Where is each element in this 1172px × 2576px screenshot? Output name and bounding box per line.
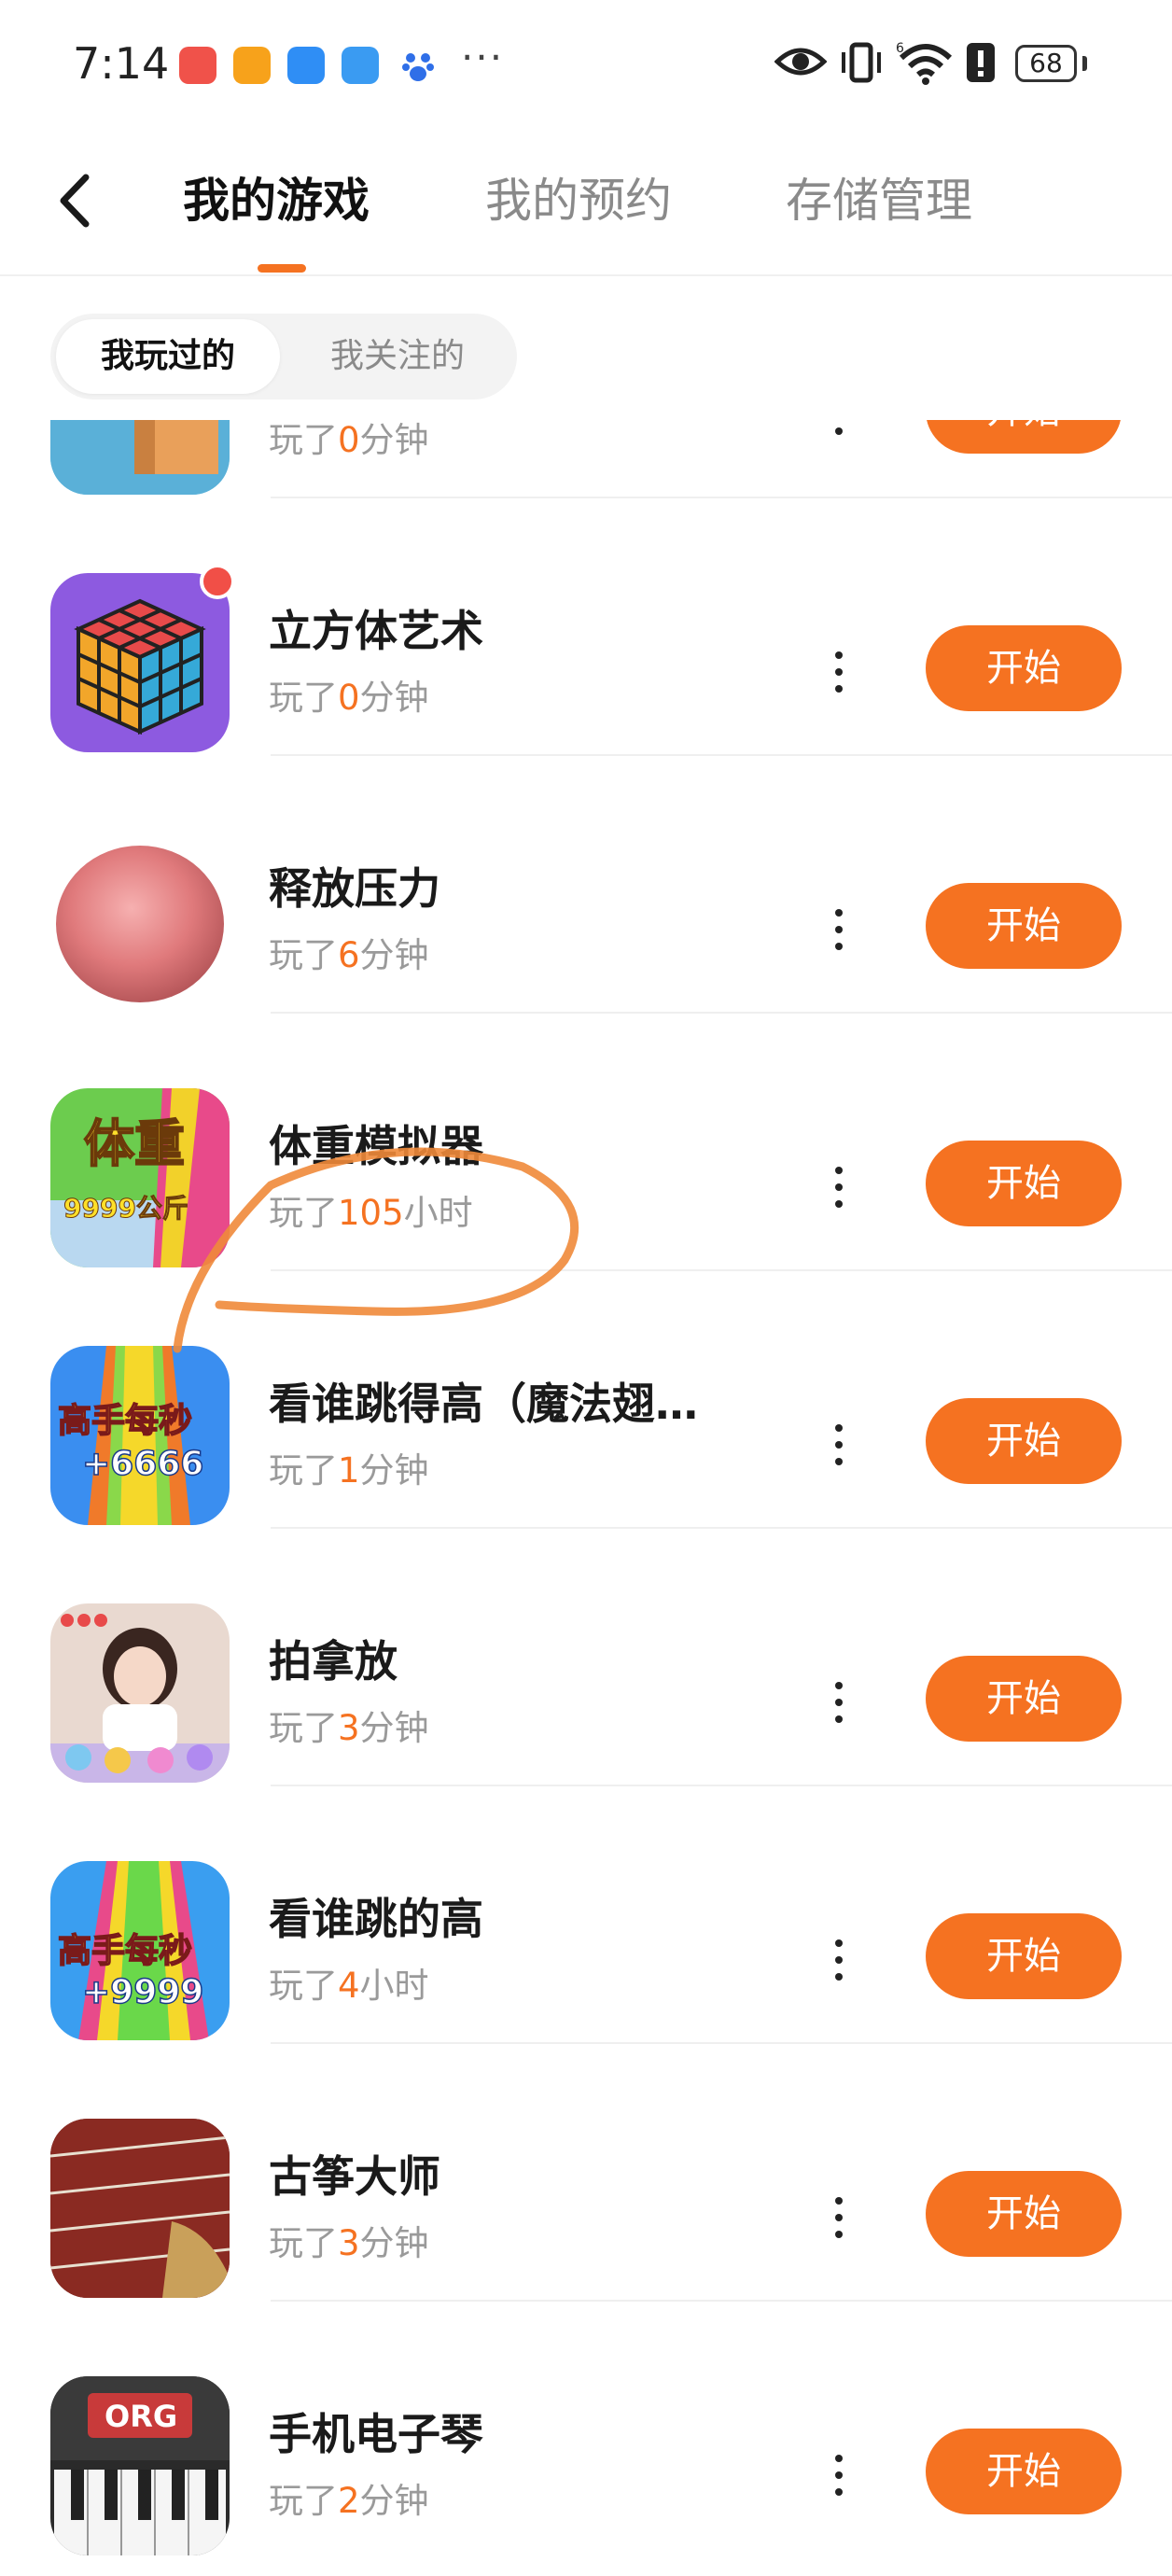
svg-text:+6666: +6666 <box>82 1445 203 1483</box>
tab-storage-management[interactable]: 存储管理 <box>786 168 972 233</box>
start-button[interactable]: 开始 <box>926 1398 1122 1484</box>
active-tab-indicator <box>258 264 306 273</box>
more-options-icon[interactable] <box>821 644 855 700</box>
video-app-icon <box>233 47 271 84</box>
list-item[interactable]: 高手每秒 +6666 看谁跳得高（魔法翅… 玩了1分钟 开始 <box>0 1271 1172 1529</box>
more-options-icon[interactable] <box>821 1674 855 1730</box>
notification-dot <box>200 564 235 599</box>
cloud-icon <box>287 47 325 84</box>
status-time: 7:14 <box>73 38 170 89</box>
game-icon[interactable] <box>50 420 230 495</box>
jump-game-icon[interactable]: 高手每秒 +6666 <box>50 1346 230 1525</box>
play-time: 玩了2分钟 <box>269 2481 429 2521</box>
play-time: 玩了1分钟 <box>269 1450 429 1491</box>
start-button[interactable]: 开始 <box>926 420 1122 454</box>
kuaishou-app-icon <box>179 47 216 84</box>
list-item[interactable]: 古筝大师 玩了3分钟 开始 <box>0 2044 1172 2302</box>
game-title: 看谁跳的高 <box>269 1894 483 1944</box>
play-time: 玩了3分钟 <box>269 2223 429 2263</box>
start-button[interactable]: 开始 <box>926 1656 1122 1742</box>
weather-icon <box>342 47 379 84</box>
game-title: 立方体艺术 <box>269 606 483 656</box>
game-title: 手机电子琴 <box>269 2409 483 2459</box>
vibrate-icon <box>838 41 885 88</box>
play-time: 玩了0分钟 <box>269 420 429 460</box>
filter-played[interactable]: 我玩过的 <box>56 319 280 394</box>
game-title: 拍拿放 <box>269 1636 398 1687</box>
status-bar: 7:14 ··· 6 68 <box>0 0 1172 131</box>
wifi-icon: 6 <box>896 41 956 90</box>
battery-tip <box>1082 56 1087 71</box>
start-button[interactable]: 开始 <box>926 883 1122 969</box>
svg-text:ORG: ORG <box>105 2399 177 2434</box>
stress-ball-game-icon[interactable] <box>50 831 230 1010</box>
more-options-icon[interactable] <box>821 902 855 958</box>
more-options-icon[interactable] <box>821 1932 855 1988</box>
list-item[interactable]: 释放压力 玩了6分钟 开始 <box>0 756 1172 1014</box>
start-button[interactable]: 开始 <box>926 2171 1122 2257</box>
more-options-icon[interactable] <box>821 1417 855 1473</box>
tab-my-games[interactable]: 我的游戏 <box>183 168 370 233</box>
game-title: 释放压力 <box>269 863 440 914</box>
svg-text:9999公斤: 9999公斤 <box>63 1193 188 1224</box>
battery-icon: 68 <box>1015 45 1077 82</box>
more-options-icon[interactable] <box>821 2447 855 2503</box>
more-notifications-icon: ··· <box>461 35 505 80</box>
game-title: 体重模拟器 <box>269 1121 483 1171</box>
start-button[interactable]: 开始 <box>926 625 1122 711</box>
list-item[interactable]: 立方体艺术 玩了0分钟 开始 <box>0 498 1172 756</box>
game-title: 看谁跳得高（魔法翅… <box>269 1379 698 1429</box>
game-title: 古筝大师 <box>269 2151 440 2202</box>
play-time: 玩了4小时 <box>269 1966 429 2006</box>
back-button[interactable] <box>49 168 105 233</box>
top-navigation: 我的游戏 我的预约 存储管理 <box>0 131 1172 276</box>
play-time: 玩了0分钟 <box>269 678 429 718</box>
list-item[interactable]: 体重 9999公斤 体重模拟器 玩了105小时 开始 <box>0 1014 1172 1271</box>
svg-text:+9999: +9999 <box>82 1973 203 2011</box>
filter-followed[interactable]: 我关注的 <box>284 319 511 394</box>
more-options-icon[interactable] <box>821 420 855 442</box>
pick-place-game-icon[interactable] <box>50 1603 230 1783</box>
svg-text:高手每秒: 高手每秒 <box>58 1402 192 1440</box>
list-item[interactable]: 拍拿放 玩了3分钟 开始 <box>0 1529 1172 1786</box>
play-time: 玩了6分钟 <box>269 935 429 975</box>
list-item[interactable]: ORG 手机电子琴 玩了2分钟 开始 <box>0 2302 1172 2559</box>
weight-simulator-game-icon[interactable]: 体重 9999公斤 <box>50 1088 230 1267</box>
list-item[interactable]: 玩了0分钟 开始 <box>0 420 1172 498</box>
more-options-icon[interactable] <box>821 1159 855 1215</box>
electronic-keyboard-game-icon[interactable]: ORG <box>50 2376 230 2555</box>
start-button[interactable]: 开始 <box>926 1913 1122 1999</box>
start-button[interactable]: 开始 <box>926 2429 1122 2514</box>
play-time: 玩了3分钟 <box>269 1708 429 1748</box>
svg-text:体重: 体重 <box>84 1114 185 1173</box>
rubiks-cube-game-icon[interactable] <box>50 573 230 752</box>
jump-game-2-icon[interactable]: 高手每秒 +9999 <box>50 1861 230 2040</box>
alert-icon <box>965 41 997 88</box>
chevron-left-icon <box>60 174 90 228</box>
filter-segment: 我玩过的 我关注的 <box>50 314 517 399</box>
more-options-icon[interactable] <box>821 2190 855 2246</box>
baidu-icon <box>399 47 437 84</box>
game-list: 玩了0分钟 开始 立方体艺术 玩了0分钟 <box>0 420 1172 2576</box>
svg-text:高手每秒: 高手每秒 <box>58 1932 192 1970</box>
tab-my-reservations[interactable]: 我的预约 <box>485 168 672 233</box>
play-time: 玩了105小时 <box>269 1193 473 1233</box>
start-button[interactable]: 开始 <box>926 1141 1122 1226</box>
eye-icon <box>774 41 828 86</box>
svg-text:6: 6 <box>896 41 904 56</box>
list-item[interactable]: 高手每秒 +9999 看谁跳的高 玩了4小时 开始 <box>0 1786 1172 2044</box>
guzheng-game-icon[interactable] <box>50 2119 230 2298</box>
